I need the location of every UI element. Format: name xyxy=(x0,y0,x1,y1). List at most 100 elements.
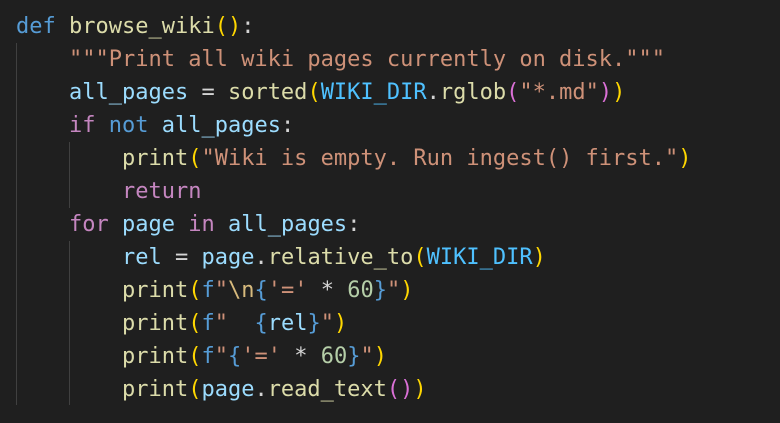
code-token: ) xyxy=(598,80,613,105)
code-token: in xyxy=(188,212,215,237)
code-token: if xyxy=(68,113,96,138)
code-line[interactable]: return xyxy=(16,175,692,208)
code-token: print xyxy=(121,344,189,369)
code-token: "Wiki is empty. Run ingest() first." xyxy=(201,146,679,171)
code-line[interactable]: print(f"\n{'=' * 60}") xyxy=(16,274,692,307)
code-token: ) xyxy=(373,344,387,369)
code-token: page xyxy=(201,377,255,402)
code-token: { xyxy=(254,311,268,336)
code-token: browse_wiki xyxy=(69,14,215,39)
code-token: rglob xyxy=(439,80,507,105)
code-token: } xyxy=(373,278,387,303)
code-token: def xyxy=(16,14,56,39)
code-token: " xyxy=(214,344,228,369)
code-token: sorted xyxy=(227,80,308,105)
code-token: return xyxy=(121,179,202,204)
code-token: () xyxy=(214,14,242,39)
code-token: for xyxy=(68,212,109,237)
code-token: ( xyxy=(188,278,202,303)
code-token: rel xyxy=(121,245,162,270)
code-token: \n xyxy=(227,278,255,303)
code-token: ( xyxy=(307,80,321,105)
code-token: print xyxy=(121,146,189,171)
code-token: ) xyxy=(532,245,546,270)
code-token: f xyxy=(201,278,215,303)
code-token: : xyxy=(241,14,255,39)
code-token: ( xyxy=(506,80,520,105)
code-token: not xyxy=(108,113,149,138)
code-token: read_text xyxy=(267,377,387,402)
code-token: print xyxy=(121,377,189,402)
code-token: } xyxy=(307,311,321,336)
code-token: f xyxy=(201,311,215,336)
code-editor[interactable]: def browse_wiki(): """Print all wiki pag… xyxy=(0,0,780,423)
code-token: } xyxy=(347,344,361,369)
code-token: () xyxy=(386,377,414,402)
code-token: print xyxy=(121,311,189,336)
code-token: '=' xyxy=(241,344,281,369)
code-token: ( xyxy=(188,146,202,171)
code-token: ) xyxy=(413,377,427,402)
code-token: all_pages xyxy=(161,113,281,138)
code-token: page xyxy=(201,245,255,270)
code-token: '=' xyxy=(267,278,308,303)
code-token: { xyxy=(227,344,242,369)
code-token: : xyxy=(280,113,295,138)
code-token: ( xyxy=(188,377,202,402)
code-token: WIKI_DIR xyxy=(426,245,533,270)
code-token: ( xyxy=(413,245,427,270)
code-line[interactable]: def browse_wiki(): xyxy=(16,10,692,43)
code-token: : xyxy=(347,212,361,237)
code-line[interactable]: rel = page.relative_to(WIKI_DIR) xyxy=(16,241,692,274)
code-line[interactable]: print(f" {rel}") xyxy=(16,307,692,340)
code-line[interactable]: print(page.read_text()) xyxy=(16,373,692,406)
code-token: " xyxy=(214,278,228,303)
code-token: relative_to xyxy=(267,245,414,270)
code-line[interactable]: if not all_pages: xyxy=(16,109,692,142)
code-token: all_pages xyxy=(68,80,189,105)
code-token: * xyxy=(307,278,348,303)
code-token: = xyxy=(188,80,228,105)
code-token: ) xyxy=(678,146,692,171)
code-token: . xyxy=(254,245,268,270)
code-token: = xyxy=(161,245,202,270)
code-token: ) xyxy=(612,80,626,105)
code-token: . xyxy=(254,377,268,402)
code-token: " xyxy=(386,278,401,303)
code-line[interactable]: all_pages = sorted(WIKI_DIR.rglob("*.md"… xyxy=(16,76,692,109)
code-line[interactable]: print(f"{'=' * 60}") xyxy=(16,340,692,373)
code-token: " xyxy=(360,344,374,369)
code-line[interactable]: for page in all_pages: xyxy=(16,208,692,241)
code-token: rel xyxy=(267,311,308,336)
code-content[interactable]: def browse_wiki(): """Print all wiki pag… xyxy=(16,10,692,406)
code-token: { xyxy=(254,278,268,303)
code-token: " xyxy=(214,311,255,336)
code-token: print xyxy=(121,278,189,303)
code-token: . xyxy=(426,80,440,105)
code-token: WIKI_DIR xyxy=(320,80,427,105)
code-line[interactable]: """Print all wiki pages currently on dis… xyxy=(16,43,692,76)
code-token: ) xyxy=(333,311,348,336)
code-token: ) xyxy=(400,278,414,303)
code-token: """Print all wiki pages currently on dis… xyxy=(68,47,666,72)
code-token: " xyxy=(320,311,334,336)
code-line[interactable]: print("Wiki is empty. Run ingest() first… xyxy=(16,142,692,175)
code-token: 60 xyxy=(347,278,374,303)
code-token: * xyxy=(280,344,321,369)
code-token: all_pages xyxy=(227,212,348,237)
